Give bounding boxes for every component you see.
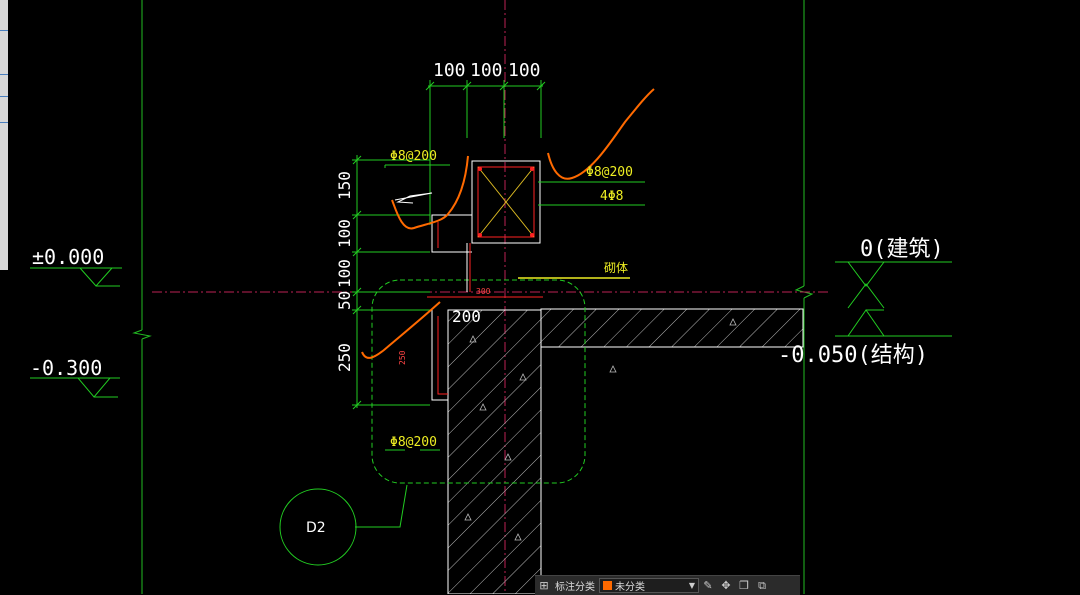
cad-drawing-canvas[interactable]: 100 100 100 150 100 100 50 250 Φ8@200 Φ8…: [0, 0, 1080, 594]
elevation-right-1: 0(建筑): [860, 237, 944, 262]
elevation-left-2: -0.300: [30, 356, 102, 380]
rebar-label-3: 4Φ8: [600, 189, 623, 204]
grid-icon[interactable]: ⊞: [535, 577, 553, 594]
dim-300: 300: [476, 287, 491, 296]
elevation-left-1: ±0.000: [32, 245, 104, 269]
masonry-label: 砌体: [604, 261, 628, 275]
paste-icon[interactable]: ⧉: [753, 577, 771, 594]
dim-200: 200: [452, 307, 481, 326]
detail-id: D2: [306, 520, 326, 536]
dim-left-1: 150: [335, 171, 354, 200]
dim-250: 250: [398, 350, 407, 365]
chevron-down-icon: ▼: [688, 581, 695, 590]
elevation-right-2: -0.050(结构): [778, 343, 928, 368]
copy-icon[interactable]: ❐: [735, 577, 753, 594]
dim-left-4: 50: [335, 291, 354, 310]
annotation-category-label: 标注分类: [555, 582, 595, 593]
dim-left-2: 100: [335, 219, 354, 248]
dim-left-3: 100: [335, 259, 354, 288]
dim-left-5: 250: [335, 343, 354, 372]
move-icon[interactable]: ✥: [717, 577, 735, 594]
annotation-toolbar: ⊞ 标注分类 未分类 ▼ ✎ ✥ ❐ ⧉: [535, 575, 800, 595]
edit-icon[interactable]: ✎: [699, 577, 717, 594]
dim-top-1: 100: [433, 60, 466, 81]
category-select[interactable]: 未分类 ▼: [599, 578, 699, 593]
rebar-label-4: Φ8@200: [390, 435, 437, 450]
dim-top-3: 100: [508, 60, 541, 81]
rebar-label-1: Φ8@200: [390, 149, 437, 164]
category-color-swatch: [603, 581, 612, 590]
rebar-label-2: Φ8@200: [586, 165, 633, 180]
category-select-value: 未分类: [615, 582, 645, 593]
dim-top-2: 100: [470, 60, 503, 81]
